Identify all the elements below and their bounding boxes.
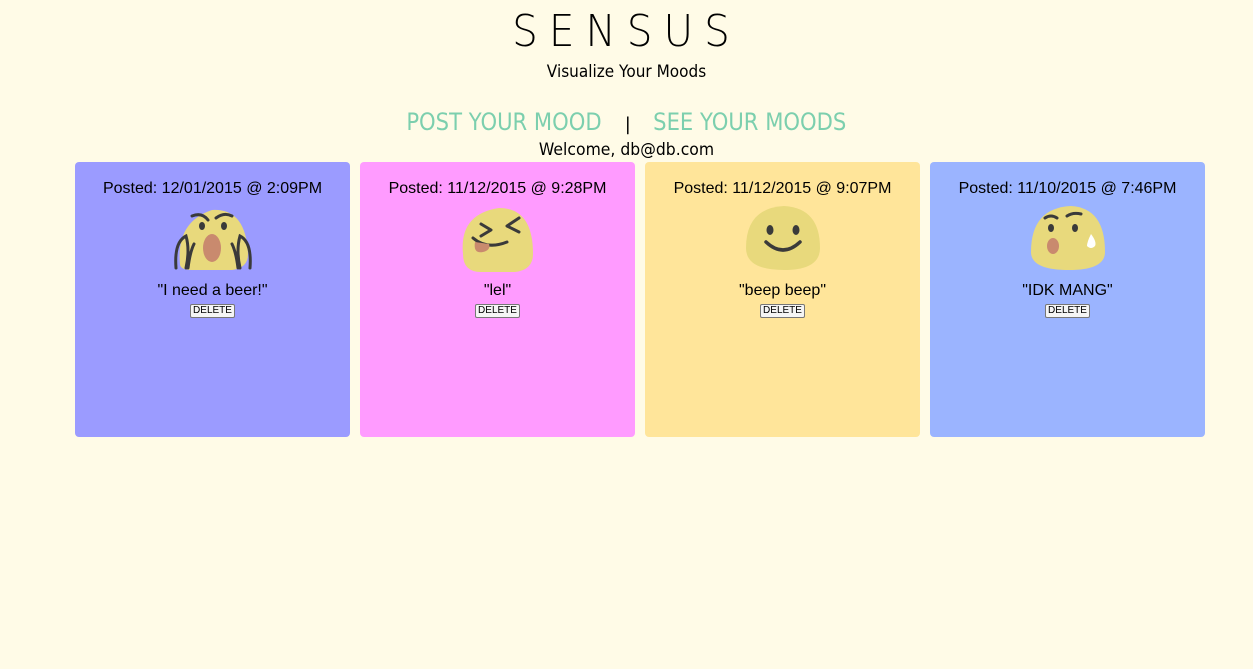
- screaming-face-icon: [173, 209, 252, 270]
- post-mood-link[interactable]: POST YOUR MOOD: [406, 108, 601, 136]
- mood-card: Posted: 11/12/2015 @ 9:28PM "lel" DELETE: [360, 162, 635, 437]
- nav-separator: |: [624, 114, 631, 135]
- mood-posted-date: Posted: 11/12/2015 @ 9:07PM: [673, 180, 892, 197]
- app-title: SENSUS: [512, 6, 741, 57]
- delete-button[interactable]: DELETE: [760, 304, 805, 318]
- mood-quote: "IDK MANG": [1022, 282, 1113, 299]
- delete-button[interactable]: DELETE: [475, 304, 520, 318]
- delete-button[interactable]: DELETE: [1045, 304, 1090, 318]
- app-subtitle: Visualize Your Moods: [546, 62, 707, 82]
- main-nav: POST YOUR MOOD | SEE YOUR MOODS: [0, 108, 1253, 136]
- anxious-sweat-face-icon: [1030, 206, 1105, 270]
- mood-posted-date: Posted: 11/12/2015 @ 9:28PM: [388, 180, 607, 197]
- mood-quote: "beep beep": [739, 282, 826, 299]
- mood-posted-date: Posted: 12/01/2015 @ 2:09PM: [102, 180, 323, 197]
- mood-card: Posted: 12/01/2015 @ 2:09PM "I need a be…: [75, 162, 350, 437]
- smiling-face-icon: [745, 206, 820, 270]
- mood-card: Posted: 11/12/2015 @ 9:07PM "beep beep" …: [645, 162, 920, 437]
- mood-quote: "I need a beer!": [157, 282, 268, 299]
- mood-posted-date: Posted: 11/10/2015 @ 7:46PM: [958, 180, 1177, 197]
- mood-quote: "lel": [483, 282, 512, 299]
- mood-card: Posted: 11/10/2015 @ 7:46PM "IDK MANG" D…: [930, 162, 1205, 437]
- delete-button[interactable]: DELETE: [190, 304, 235, 318]
- see-moods-link[interactable]: SEE YOUR MOODS: [654, 108, 847, 136]
- tongue-out-face-icon: [462, 208, 533, 272]
- welcome-message: Welcome, db@db.com: [538, 140, 715, 160]
